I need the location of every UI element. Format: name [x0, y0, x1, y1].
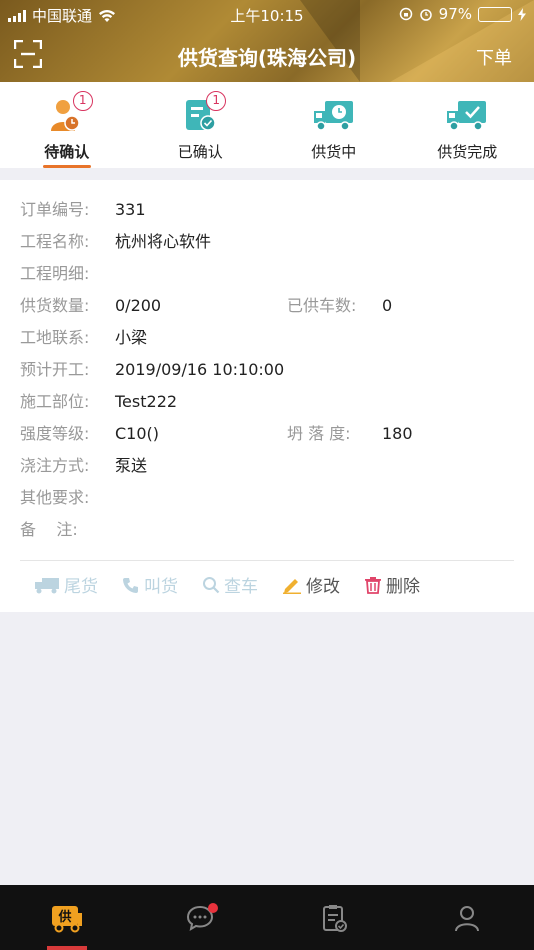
action-label: 查车 — [224, 577, 258, 597]
field-label: 强度等级: — [20, 424, 90, 443]
slump-row: 坍 落 度: 180 — [287, 422, 413, 446]
nav-profile[interactable] — [401, 885, 534, 950]
app-header: 中国联通 上午10:15 97% 供货查询(珠海公司) 下单 — [0, 0, 534, 82]
field-label: 工程明细: — [20, 264, 90, 283]
field-label: 订单编号: — [20, 200, 90, 219]
strength-grade: C10() — [115, 424, 160, 443]
check-truck-button[interactable]: 查车 — [202, 572, 258, 597]
unread-dot — [207, 903, 218, 913]
supply-glyph: 供 — [57, 909, 71, 925]
field-label: 已供车数: — [287, 296, 357, 315]
tail-goods-button[interactable]: 尾货 — [34, 572, 98, 597]
tab-label: 已确认 — [177, 143, 223, 161]
rotation-lock-icon — [399, 7, 412, 21]
action-label: 修改 — [306, 577, 340, 597]
action-label: 删除 — [386, 577, 420, 597]
place-order-button[interactable]: 下单 — [476, 44, 512, 70]
profile-icon — [455, 905, 480, 931]
site-contact: 小梁 — [115, 328, 148, 347]
order-number-row: 订单编号: 331 — [20, 198, 146, 222]
order-card[interactable]: 订单编号: 331 工程名称: 杭州将心软件 工程明细: 供货数量: 0/200 已供… — [0, 180, 534, 612]
planned-start: 2019/09/16 10:10:00 — [115, 360, 285, 379]
supply-qty: 0/200 — [115, 296, 162, 315]
status-bar: 中国联通 上午10:15 97% — [0, 0, 534, 28]
bottom-navigation: 供 — [0, 885, 534, 950]
tab-badge: 1 — [72, 91, 93, 111]
pour-method-row: 浇注方式: 泵送 — [20, 454, 147, 478]
tab-supplying[interactable]: 供货中 — [267, 82, 401, 168]
field-label: 坍 落 度: — [287, 424, 351, 443]
trucks-row: 已供车数: 0 — [287, 294, 392, 318]
action-label: 叫货 — [144, 577, 178, 597]
search-icon — [203, 576, 220, 593]
delete-button[interactable]: 删除 — [364, 572, 420, 597]
project-detail-row: 工程明细: — [20, 262, 115, 286]
tab-confirmed[interactable]: 1 已确认 — [134, 82, 268, 168]
field-label: 工程名称: — [20, 232, 90, 251]
contact-row: 工地联系: 小梁 — [20, 326, 147, 350]
truck-icon — [35, 577, 59, 593]
order-number: 331 — [115, 200, 146, 219]
trash-icon — [365, 576, 381, 594]
tab-label: 供货中 — [311, 143, 357, 161]
truck-check-icon — [447, 101, 487, 131]
project-name-row: 工程名称: 杭州将心软件 — [20, 230, 211, 254]
pour-method: 泵送 — [115, 456, 148, 475]
nav-tasks[interactable] — [267, 885, 401, 950]
supply-icon: 供 — [51, 905, 82, 932]
position-row: 施工部位: Test222 — [20, 390, 177, 414]
battery-icon — [478, 6, 512, 22]
charging-icon — [518, 7, 526, 21]
tab-label: 待确认 — [44, 143, 90, 161]
truck-clock-icon — [313, 101, 353, 131]
field-label: 预计开工: — [20, 360, 90, 379]
action-label: 尾货 — [64, 577, 98, 597]
nav-supply[interactable]: 供 — [0, 885, 134, 950]
slump-value: 180 — [382, 424, 413, 443]
field-label: 工地联系: — [20, 328, 90, 347]
strength-row: 强度等级: C10() — [20, 422, 159, 446]
phone-icon — [123, 577, 138, 593]
task-icon — [322, 904, 347, 932]
field-label: 备 注: — [20, 520, 78, 539]
page-title: 供货查询(珠海公司) — [177, 46, 357, 70]
edit-button[interactable]: 修改 — [282, 572, 340, 597]
remark-row: 备 注: — [20, 518, 115, 542]
field-label: 其他要求: — [20, 488, 90, 507]
tab-label: 供货完成 — [437, 143, 498, 161]
divider — [20, 560, 514, 561]
field-label: 浇注方式: — [20, 456, 90, 475]
project-name: 杭州将心软件 — [115, 232, 212, 251]
active-nav-indicator — [47, 946, 87, 950]
alarm-icon — [419, 9, 432, 21]
nav-messages[interactable] — [134, 885, 268, 950]
planned-start-row: 预计开工: 2019/09/16 10:10:00 — [20, 358, 284, 382]
order-actions: 尾货 叫货 查车 修改 删除 — [34, 572, 420, 597]
tab-badge: 1 — [206, 91, 227, 111]
active-tab-indicator — [42, 165, 91, 168]
battery-percent: 97% — [438, 5, 472, 23]
trucks-count: 0 — [382, 296, 393, 315]
pencil-icon — [283, 578, 301, 594]
field-label: 施工部位: — [20, 392, 90, 411]
tab-completed[interactable]: 供货完成 — [401, 82, 534, 168]
call-goods-button[interactable]: 叫货 — [122, 572, 178, 597]
supply-qty-row: 供货数量: 0/200 — [20, 294, 161, 318]
field-label: 供货数量: — [20, 296, 90, 315]
other-requirements-row: 其他要求: — [20, 486, 115, 510]
status-tabs: 1 待确认 1 已确认 供货中 供货完成 — [0, 82, 534, 168]
tab-pending[interactable]: 1 待确认 — [0, 82, 134, 168]
construction-position: Test222 — [115, 392, 178, 411]
